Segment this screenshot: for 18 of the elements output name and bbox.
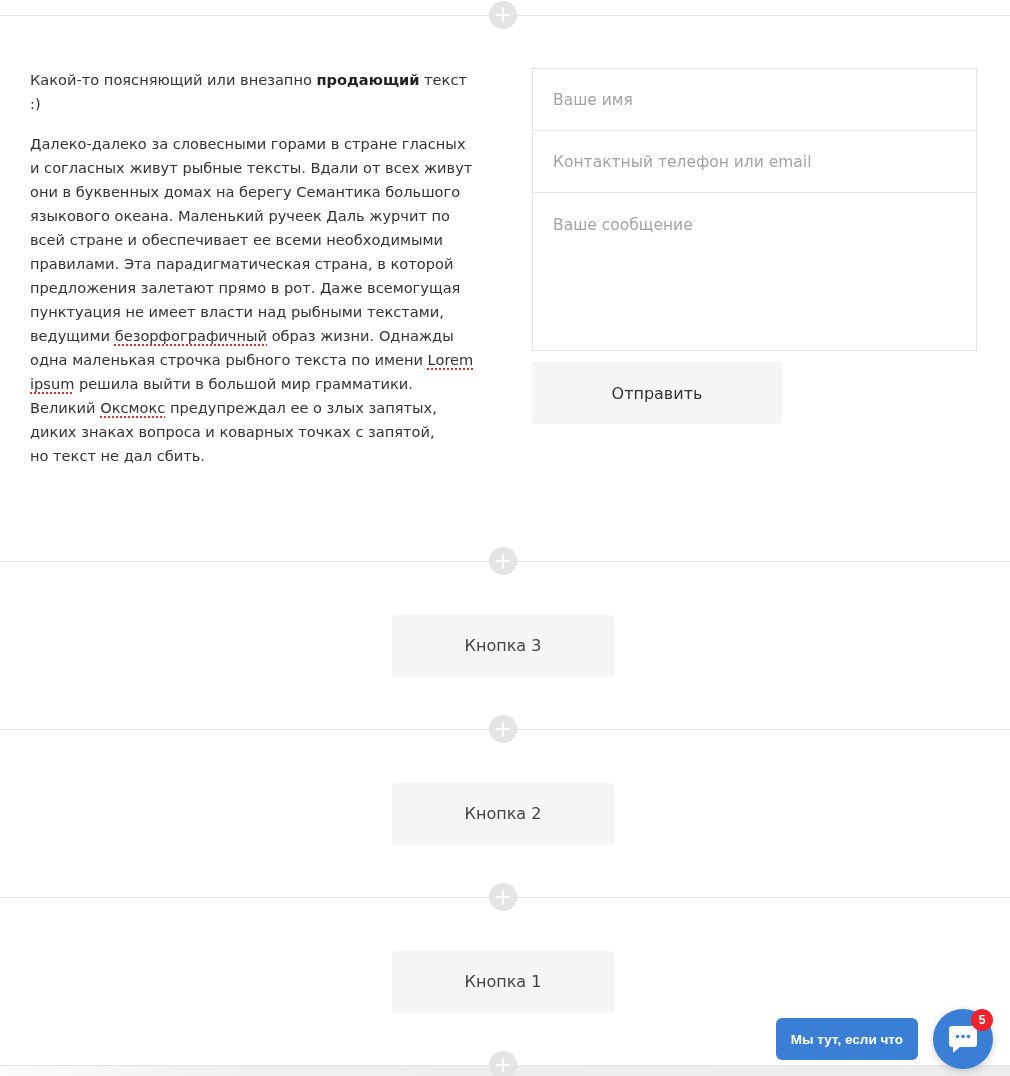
block-button[interactable]: Кнопка 1 [392, 950, 614, 1013]
add-block-plus-icon[interactable] [489, 715, 517, 743]
chat-prompt-button[interactable]: Мы тут, если что [775, 1018, 918, 1060]
name-field[interactable]: Ваше имя [532, 68, 977, 131]
add-block-plus-icon[interactable] [489, 547, 517, 575]
intro-text: Какой-то поясняющий или внезапно продающий текст :) [30, 70, 468, 114]
block-button[interactable]: Кнопка 3 [392, 614, 614, 677]
message-field[interactable]: Ваше сообщение [532, 192, 977, 351]
chat-button[interactable]: 5 [933, 1009, 993, 1069]
contact-field[interactable]: Контактный телефон или email [532, 130, 977, 193]
unread-count: 5 [971, 1009, 993, 1031]
body-paragraph: Далеко-далеко за словесными горами в стране гласных и согласных живут рыбные тексты. Вдали от всех живут они в буквенных домах на берегу Семантика большого языкового океана. Маленький ручеек Даль журчит по всей стране и обеспечивает ее всеми необходимыми правилами. Эта парадигматическая страна, в которой предложения залетают прямо в рот. Даже всемогущая пунктуация не имеет власти над рыбными текстами, ведущими безорфографичный образ жизни. Однажды одна маленькая строчка рыбного текста по имени Lorem ipsum решила выйти в большой мир грамматики. Великий Оксмокс предупреждал ее о злых запятых, диких знаках вопроса и коварных точках с запятой, но текст не дал сбить. [30, 134, 475, 466]
submit-button[interactable]: Отправить [532, 362, 782, 424]
add-block-plus-icon[interactable] [489, 1051, 517, 1076]
add-block-plus-icon[interactable] [489, 883, 517, 911]
block-button[interactable]: Кнопка 2 [392, 782, 614, 845]
chat-bubble-icon [948, 1024, 978, 1054]
add-block-plus-icon[interactable] [489, 1, 517, 29]
